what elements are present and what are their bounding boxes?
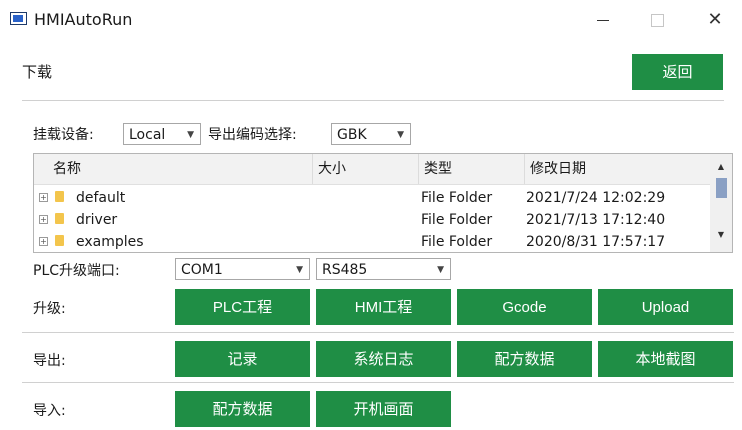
- export-local-screenshot-button[interactable]: 本地截图: [598, 341, 733, 377]
- import-label: 导入:: [33, 403, 66, 419]
- column-header-size[interactable]: 大小: [312, 154, 418, 184]
- row-name: default: [76, 190, 126, 206]
- page-title: 下载: [22, 63, 53, 81]
- folder-icon: [55, 191, 64, 202]
- folder-icon: [55, 235, 64, 246]
- plc-port-value: COM1: [181, 262, 223, 278]
- app-window-icon: [10, 12, 27, 25]
- column-header-modified[interactable]: 修改日期: [524, 154, 710, 184]
- close-icon[interactable]: ✕: [692, 0, 738, 40]
- table-row[interactable]: + driver File Folder 2021/7/13 17:12:40: [34, 209, 710, 231]
- expand-icon[interactable]: +: [39, 215, 48, 224]
- column-header-name[interactable]: 名称: [48, 154, 314, 184]
- row-type: File Folder: [421, 212, 493, 228]
- row-type: File Folder: [421, 234, 493, 250]
- table-row[interactable]: + default File Folder 2021/7/24 12:02:29: [34, 187, 710, 209]
- file-tree-header: 名称 大小 类型 修改日期: [34, 154, 710, 185]
- chevron-down-icon: ▼: [437, 265, 444, 275]
- export-records-button[interactable]: 记录: [175, 341, 310, 377]
- mount-device-value: Local: [129, 127, 166, 143]
- mount-device-select[interactable]: Local ▼: [123, 123, 201, 145]
- plc-port-label: PLC升级端口:: [33, 263, 120, 279]
- upgrade-gcode-button[interactable]: Gcode: [457, 289, 592, 325]
- upgrade-label: 升级:: [33, 301, 66, 317]
- export-system-log-button[interactable]: 系统日志: [316, 341, 451, 377]
- section-divider: [22, 382, 734, 383]
- back-button[interactable]: 返回: [632, 54, 723, 90]
- row-modified: 2021/7/13 17:12:40: [526, 212, 666, 228]
- export-recipe-data-button[interactable]: 配方数据: [457, 341, 592, 377]
- row-type: File Folder: [421, 190, 493, 206]
- upgrade-hmi-project-button[interactable]: HMI工程: [316, 289, 451, 325]
- folder-icon: [55, 213, 64, 224]
- import-recipe-data-button[interactable]: 配方数据: [175, 391, 310, 427]
- chevron-down-icon: ▼: [296, 265, 303, 275]
- vertical-scrollbar[interactable]: ▲ ▼: [710, 154, 732, 252]
- plc-port-select[interactable]: COM1 ▼: [175, 258, 310, 280]
- section-divider: [22, 332, 734, 333]
- scroll-thumb[interactable]: [716, 178, 727, 198]
- export-encoding-label: 导出编码选择:: [208, 127, 297, 143]
- file-tree[interactable]: 名称 大小 类型 修改日期 + default File Folder 2021…: [33, 153, 733, 253]
- row-modified: 2021/7/24 12:02:29: [526, 190, 666, 206]
- scroll-up-icon[interactable]: ▲: [710, 158, 732, 176]
- export-label: 导出:: [33, 353, 66, 369]
- upgrade-plc-project-button[interactable]: PLC工程: [175, 289, 310, 325]
- import-boot-screen-button[interactable]: 开机画面: [316, 391, 451, 427]
- chevron-down-icon: ▼: [397, 130, 404, 140]
- table-row[interactable]: + examples File Folder 2020/8/31 17:57:1…: [34, 231, 710, 252]
- export-encoding-value: GBK: [337, 127, 367, 143]
- window-title: HMIAutoRun: [34, 10, 133, 29]
- row-name: examples: [76, 234, 144, 250]
- expand-icon[interactable]: +: [39, 193, 48, 202]
- scroll-down-icon[interactable]: ▼: [710, 226, 732, 244]
- title-bar: HMIAutoRun ✕: [0, 0, 742, 40]
- row-name: driver: [76, 212, 118, 228]
- mount-device-label: 挂载设备:: [33, 127, 94, 143]
- export-encoding-select[interactable]: GBK ▼: [331, 123, 411, 145]
- header-divider: [22, 100, 724, 101]
- plc-protocol-select[interactable]: RS485 ▼: [316, 258, 451, 280]
- chevron-down-icon: ▼: [187, 130, 194, 140]
- plc-protocol-value: RS485: [322, 262, 368, 278]
- upgrade-upload-button[interactable]: Upload: [598, 289, 733, 325]
- expand-icon[interactable]: +: [39, 237, 48, 246]
- column-header-type[interactable]: 类型: [418, 154, 524, 184]
- minimize-icon[interactable]: [580, 0, 626, 40]
- row-modified: 2020/8/31 17:57:17: [526, 234, 666, 250]
- maximize-icon[interactable]: [634, 0, 680, 40]
